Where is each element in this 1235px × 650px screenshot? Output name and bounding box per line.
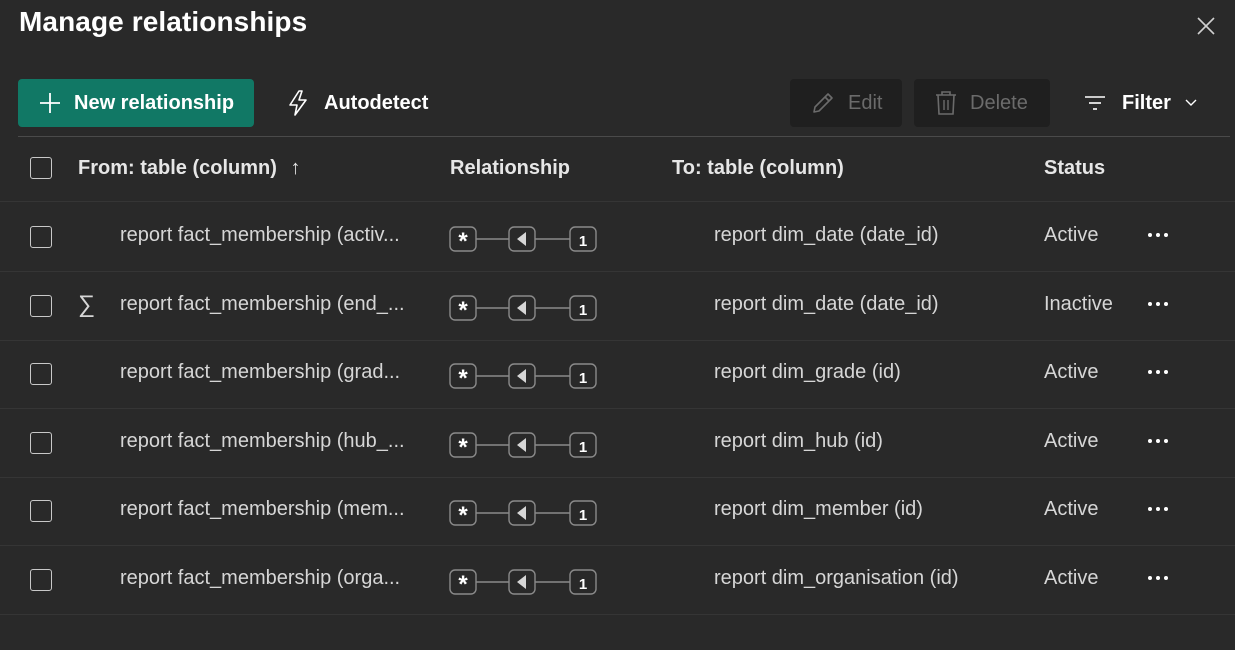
status-text: Active bbox=[1044, 498, 1099, 520]
pencil-icon bbox=[810, 90, 836, 116]
status-text: Active bbox=[1044, 567, 1099, 589]
row-checkbox[interactable] bbox=[30, 432, 52, 454]
from-table-column: report fact_membership (activ... bbox=[120, 224, 400, 246]
filter-icon bbox=[1084, 94, 1106, 112]
more-options-icon bbox=[1148, 507, 1168, 511]
to-table-column: report dim_date (date_id) bbox=[714, 293, 939, 315]
filter-label: Filter bbox=[1122, 91, 1171, 114]
row-checkbox[interactable] bbox=[30, 363, 52, 385]
to-table-column: report dim_grade (id) bbox=[714, 361, 901, 383]
lightning-icon bbox=[286, 89, 310, 117]
cardinality-from: * bbox=[458, 571, 468, 596]
dialog-title: Manage relationships bbox=[19, 6, 308, 37]
table-row[interactable]: report fact_membership (hub_... * 1 repo… bbox=[0, 409, 1235, 478]
autodetect-button[interactable]: Autodetect bbox=[286, 79, 428, 127]
row-checkbox[interactable] bbox=[30, 295, 52, 317]
to-table-column: report dim_organisation (id) bbox=[714, 567, 959, 589]
more-options-icon bbox=[1148, 233, 1168, 237]
to-table-column: report dim_hub (id) bbox=[714, 430, 883, 452]
plus-icon bbox=[38, 91, 62, 115]
filter-button[interactable]: Filter bbox=[1084, 79, 1197, 127]
more-options-icon bbox=[1148, 370, 1168, 374]
column-header-from[interactable]: From: table (column) ↑ bbox=[78, 157, 300, 180]
cardinality-to: 1 bbox=[579, 370, 587, 387]
cardinality-from: * bbox=[458, 365, 468, 390]
delete-button[interactable]: Delete bbox=[914, 79, 1050, 127]
row-checkbox[interactable] bbox=[30, 500, 52, 522]
status-text: Inactive bbox=[1044, 293, 1113, 315]
many-to-one-relationship-icon: * 1 bbox=[449, 499, 599, 532]
edit-button[interactable]: Edit bbox=[790, 79, 902, 127]
row-checkbox[interactable] bbox=[30, 226, 52, 248]
column-header-status[interactable]: Status bbox=[1044, 157, 1105, 180]
more-options-button[interactable] bbox=[1144, 427, 1172, 455]
toolbar: New relationship Autodetect Edit Delete … bbox=[0, 79, 1235, 127]
more-options-button[interactable] bbox=[1144, 290, 1172, 318]
column-header-to[interactable]: To: table (column) bbox=[672, 157, 844, 180]
cardinality-to: 1 bbox=[579, 233, 587, 250]
more-options-button[interactable] bbox=[1144, 358, 1172, 386]
select-all-checkbox[interactable] bbox=[30, 157, 52, 179]
more-options-button[interactable] bbox=[1144, 221, 1172, 249]
cardinality-to: 1 bbox=[579, 507, 587, 524]
from-table-column: report fact_membership (mem... bbox=[120, 498, 405, 520]
from-table-column: report fact_membership (grad... bbox=[120, 361, 401, 383]
many-to-one-relationship-icon: * 1 bbox=[449, 294, 599, 327]
table-row[interactable]: report fact_membership (grad... * 1 repo… bbox=[0, 340, 1235, 409]
to-table-column: report dim_date (date_id) bbox=[714, 224, 939, 246]
many-to-one-relationship-icon: * 1 bbox=[449, 362, 599, 395]
status-text: Active bbox=[1044, 361, 1099, 383]
table-row[interactable]: report fact_membership (mem... * 1 repor… bbox=[0, 477, 1235, 546]
delete-label: Delete bbox=[970, 91, 1028, 114]
more-options-button[interactable] bbox=[1144, 564, 1172, 592]
from-table-column: report fact_membership (orga... bbox=[120, 567, 401, 589]
status-text: Active bbox=[1044, 430, 1099, 452]
table-header: From: table (column) ↑ Relationship To: … bbox=[0, 137, 1235, 202]
more-options-icon bbox=[1148, 302, 1168, 306]
cardinality-to: 1 bbox=[579, 576, 587, 593]
chevron-down-icon bbox=[1185, 99, 1197, 107]
edit-label: Edit bbox=[848, 91, 883, 114]
from-table-column: report fact_membership (end_... bbox=[120, 293, 405, 315]
manage-relationships-dialog: Manage relationships New relationship Au bbox=[0, 0, 1235, 650]
to-table-column: report dim_member (id) bbox=[714, 498, 923, 520]
column-header-from-label: From: table (column) bbox=[78, 157, 277, 179]
row-checkbox[interactable] bbox=[30, 569, 52, 591]
status-text: Active bbox=[1044, 224, 1099, 246]
cardinality-from: * bbox=[458, 228, 468, 253]
many-to-one-relationship-icon: * 1 bbox=[449, 568, 599, 601]
more-options-button[interactable] bbox=[1144, 495, 1172, 523]
close-button[interactable] bbox=[1190, 10, 1222, 42]
sort-ascending-icon: ↑ bbox=[290, 157, 301, 179]
from-table-column: report fact_membership (hub_... bbox=[120, 430, 405, 452]
close-icon bbox=[1197, 17, 1215, 35]
table-row[interactable]: ∑ report fact_membership (end_... * 1 re… bbox=[0, 272, 1235, 341]
cardinality-to: 1 bbox=[579, 302, 587, 319]
table-row[interactable]: report fact_membership (activ... * 1 rep… bbox=[0, 203, 1235, 272]
column-header-relationship[interactable]: Relationship bbox=[450, 157, 570, 180]
new-relationship-button[interactable]: New relationship bbox=[18, 79, 254, 127]
more-options-icon bbox=[1148, 439, 1168, 443]
table-row[interactable]: report fact_membership (orga... * 1 repo… bbox=[0, 546, 1235, 615]
cardinality-from: * bbox=[458, 502, 468, 527]
many-to-one-relationship-icon: * 1 bbox=[449, 431, 599, 464]
trash-icon bbox=[934, 90, 958, 116]
sigma-icon: ∑ bbox=[78, 291, 96, 318]
new-relationship-label: New relationship bbox=[74, 91, 235, 114]
more-options-icon bbox=[1148, 576, 1168, 580]
cardinality-from: * bbox=[458, 434, 468, 459]
cardinality-from: * bbox=[458, 297, 468, 322]
cardinality-to: 1 bbox=[579, 439, 587, 456]
many-to-one-relationship-icon: * 1 bbox=[449, 225, 599, 258]
autodetect-label: Autodetect bbox=[324, 91, 429, 114]
